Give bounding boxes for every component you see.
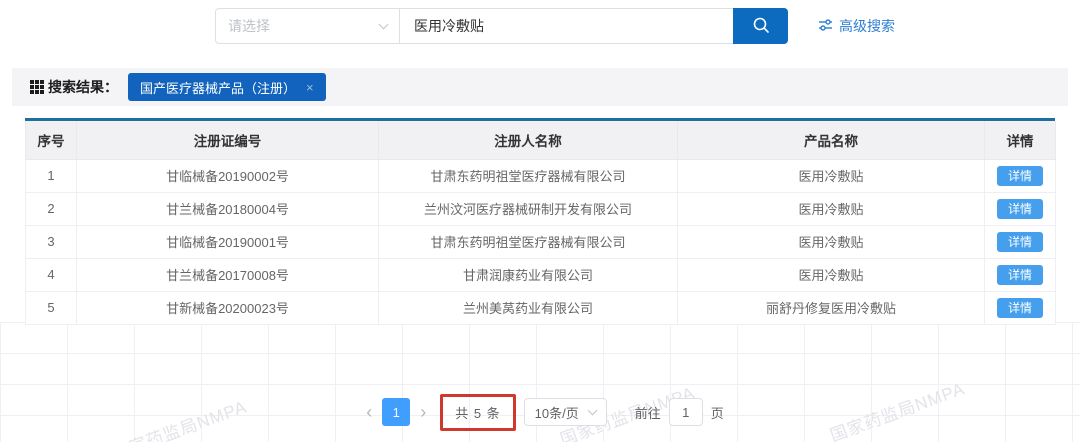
grid-icon (30, 80, 44, 94)
table-row: 4 甘兰械备20170008号 甘肃润康药业有限公司 医用冷敷贴 详情 (26, 258, 1056, 291)
chevron-down-icon (379, 19, 389, 29)
results-table: 序号 注册证编号 注册人名称 产品名称 详情 1 甘临械备20190002号 甘… (25, 118, 1055, 325)
advanced-search-link[interactable]: 高级搜索 (818, 8, 895, 44)
cell-cert-no: 甘新械备20200023号 (77, 291, 379, 324)
page-size-value: 10条/页 (535, 403, 579, 422)
cell-cert-no: 甘兰械备20180004号 (77, 192, 379, 225)
table-row: 2 甘兰械备20180004号 兰州汶河医疗器械研制开发有限公司 医用冷敷贴 详… (26, 192, 1056, 225)
results-label: 搜索结果： (48, 77, 118, 97)
cell-registrant: 兰州汶河医疗器械研制开发有限公司 (379, 192, 678, 225)
page-1-button[interactable]: 1 (382, 398, 410, 426)
search-input[interactable] (399, 8, 734, 44)
detail-button[interactable]: 详情 (997, 166, 1043, 186)
result-filter-tag[interactable]: 国产医疗器械产品（注册） × (128, 73, 326, 101)
header-registrant: 注册人名称 (379, 121, 678, 159)
cell-index: 5 (26, 291, 77, 324)
cell-product: 医用冷敷贴 (678, 258, 985, 291)
close-icon[interactable]: × (306, 81, 314, 94)
cell-index: 2 (26, 192, 77, 225)
cell-product: 丽舒丹修复医用冷敷贴 (678, 291, 985, 324)
cell-index: 4 (26, 258, 77, 291)
results-bar: 搜索结果： 国产医疗器械产品（注册） × (12, 68, 1068, 106)
page-size-select[interactable]: 10条/页 (524, 398, 607, 426)
search-icon (751, 15, 771, 38)
header-product: 产品名称 (678, 121, 985, 159)
total-count-highlight: 共 5 条 (440, 394, 515, 431)
advanced-search-label: 高级搜索 (839, 16, 895, 36)
header-detail: 详情 (985, 121, 1056, 159)
prev-page-arrow[interactable]: ‹ (356, 403, 382, 421)
search-button[interactable] (733, 8, 788, 44)
cell-registrant: 甘肃东药明祖堂医疗器械有限公司 (379, 159, 678, 192)
goto-page-input[interactable] (669, 398, 703, 426)
cell-registrant: 兰州美莴药业有限公司 (379, 291, 678, 324)
search-bar: 请选择 高级搜索 (215, 8, 895, 44)
table-row: 3 甘临械备20190001号 甘肃东药明祖堂医疗器械有限公司 医用冷敷贴 详情 (26, 225, 1056, 258)
cell-product: 医用冷敷贴 (678, 159, 985, 192)
goto-prefix-label: 前往 (635, 403, 661, 422)
search-results-page: 国家药监局NMPA 国家药监局NMPA 国家药监局NMPA 请选择 (0, 0, 1080, 442)
cell-cert-no: 甘兰械备20170008号 (77, 258, 379, 291)
cell-registrant: 甘肃东药明祖堂医疗器械有限公司 (379, 225, 678, 258)
category-select-placeholder: 请选择 (228, 16, 270, 36)
cell-cert-no: 甘临械备20190001号 (77, 225, 379, 258)
cell-index: 3 (26, 225, 77, 258)
cell-cert-no: 甘临械备20190002号 (77, 159, 379, 192)
goto-page: 前往 页 (635, 398, 724, 426)
cell-product: 医用冷敷贴 (678, 192, 985, 225)
header-index: 序号 (26, 121, 77, 159)
table-row: 1 甘临械备20190002号 甘肃东药明祖堂医疗器械有限公司 医用冷敷贴 详情 (26, 159, 1056, 192)
pagination: ‹ 1 › 共 5 条 10条/页 前往 页 (0, 392, 1080, 432)
cell-product: 医用冷敷贴 (678, 225, 985, 258)
category-select[interactable]: 请选择 (215, 8, 400, 44)
chevron-down-icon (587, 405, 597, 415)
header-cert-no: 注册证编号 (77, 121, 379, 159)
cell-registrant: 甘肃润康药业有限公司 (379, 258, 678, 291)
total-count-label: 共 5 条 (455, 403, 500, 422)
table-header-row: 序号 注册证编号 注册人名称 产品名称 详情 (26, 121, 1056, 159)
result-filter-tag-label: 国产医疗器械产品（注册） (140, 78, 296, 97)
next-page-arrow[interactable]: › (410, 403, 436, 421)
detail-button[interactable]: 详情 (997, 232, 1043, 252)
cell-index: 1 (26, 159, 77, 192)
table-row: 5 甘新械备20200023号 兰州美莴药业有限公司 丽舒丹修复医用冷敷贴 详情 (26, 291, 1056, 324)
filter-icon (818, 18, 833, 35)
detail-button[interactable]: 详情 (997, 298, 1043, 318)
goto-suffix-label: 页 (711, 403, 724, 422)
detail-button[interactable]: 详情 (997, 265, 1043, 285)
detail-button[interactable]: 详情 (997, 199, 1043, 219)
